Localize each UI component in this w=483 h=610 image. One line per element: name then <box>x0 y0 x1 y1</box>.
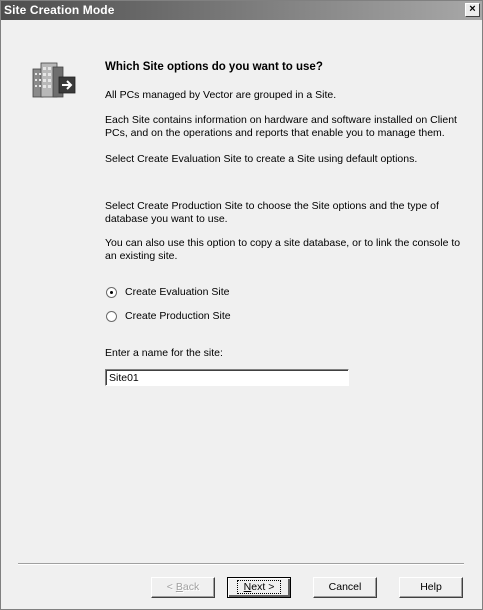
copy-link-description-text: You can also use this option to copy a s… <box>105 237 461 262</box>
evaluation-radio-button[interactable] <box>106 286 117 298</box>
production-description-text: Select Create Production Site to choose … <box>105 200 439 225</box>
button-divider <box>18 563 464 565</box>
evaluation-description-text: Select Create Evaluation Site to create … <box>105 153 418 165</box>
page-heading: Which Site options do you want to use? <box>105 61 323 73</box>
back-button-mnemonic: B <box>175 581 183 593</box>
radio-create-production-site[interactable]: Create Production Site <box>106 309 231 323</box>
close-button[interactable]: × <box>465 3 480 17</box>
radio-create-evaluation-site[interactable]: Create Evaluation Site <box>106 285 229 299</box>
back-button-prefix: < <box>166 581 176 593</box>
building-arrow-icon <box>32 62 76 98</box>
title-bar[interactable]: Site Creation Mode × <box>1 1 482 20</box>
window-title: Site Creation Mode <box>4 3 115 17</box>
radio-selected-dot <box>110 290 113 294</box>
next-button-focus: Next > <box>236 580 282 594</box>
intro-text: All PCs managed by Vector are grouped in… <box>105 89 337 101</box>
back-button[interactable]: < Back <box>151 577 215 598</box>
cancel-button[interactable]: Cancel <box>313 577 377 598</box>
back-button-label: ack <box>182 581 200 593</box>
production-radio-button[interactable] <box>106 310 117 322</box>
close-icon: × <box>469 3 476 15</box>
site-name-label: Enter a name for the site: <box>105 347 223 359</box>
site-creation-dialog: Site Creation Mode × Which Site options … <box>0 0 483 610</box>
site-description-text: Each Site contains information on hardwa… <box>105 114 457 139</box>
evaluation-radio-label[interactable]: Create Evaluation Site <box>125 286 229 298</box>
next-button-label: ext > <box>251 581 275 593</box>
site-name-input[interactable] <box>105 369 349 386</box>
next-button[interactable]: Next > <box>227 577 291 598</box>
help-button[interactable]: Help <box>399 577 463 598</box>
production-radio-label[interactable]: Create Production Site <box>125 310 231 322</box>
